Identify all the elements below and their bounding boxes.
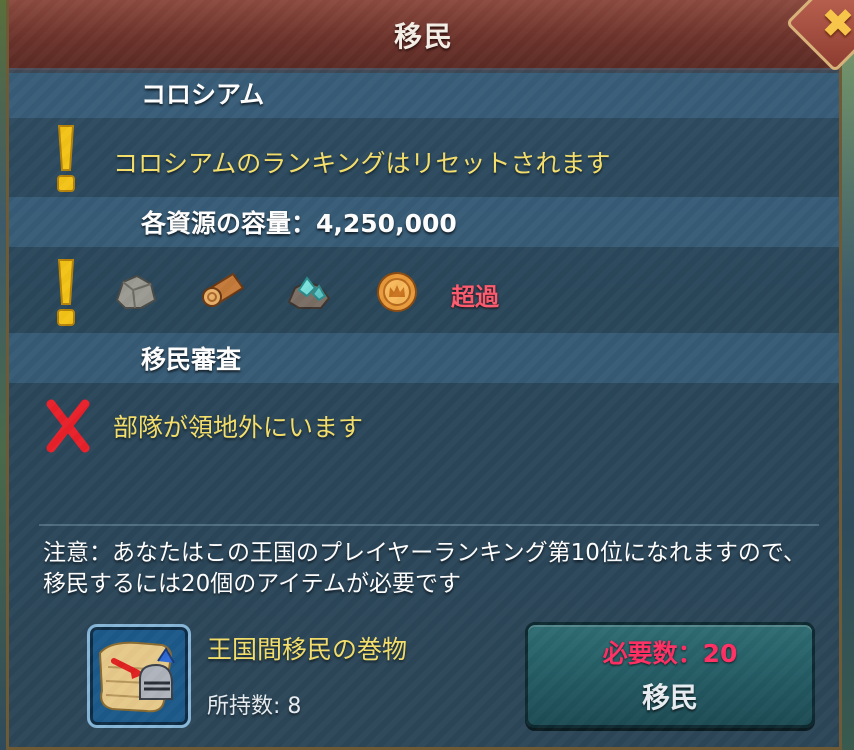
ore-icon <box>287 276 331 309</box>
stone-icon <box>115 274 157 309</box>
gold-icon <box>377 272 417 312</box>
migration-dialog: 移民 コロシアム コロシアムのランキングはリセットされます 各資源の容量：4,2… <box>6 0 842 750</box>
wood-icon <box>202 272 245 307</box>
review-error-text: 部隊が領地外にいます <box>113 413 364 442</box>
section-header-resources: 各資源の容量：4,250,000 <box>9 197 839 247</box>
close-icon[interactable]: ✖ <box>818 4 854 44</box>
colosseum-header: コロシアム <box>141 80 265 109</box>
dialog-title-bar: 移民 <box>9 0 839 73</box>
warning-exclamation-icon <box>57 125 75 192</box>
required-count: 必要数：20 <box>602 639 738 668</box>
section-header-colosseum: コロシアム <box>9 68 839 118</box>
section-header-review: 移民審査 <box>9 333 839 383</box>
dialog-title: 移民 <box>393 20 454 53</box>
capacity-exceeded-label: 超過 <box>451 283 499 311</box>
migrate-button-label: 移民 <box>641 681 698 714</box>
cross-error-icon <box>46 399 90 453</box>
review-header: 移民審査 <box>141 345 242 374</box>
migration-notice: 注意：あなたはこの王国のプレイヤーランキング第10位になれますので、移民するには… <box>43 540 806 597</box>
item-slot[interactable] <box>87 624 191 728</box>
scroll-knight-icon <box>98 641 175 713</box>
divider <box>39 524 819 526</box>
resources-header: 各資源の容量：4,250,000 <box>141 209 457 238</box>
item-name: 王国間移民の巻物 <box>207 635 408 664</box>
item-owned-count: 所持数: 8 <box>207 694 302 719</box>
warning-exclamation-icon <box>57 259 75 326</box>
colosseum-warning-text: コロシアムのランキングはリセットされます <box>113 149 611 178</box>
migrate-button[interactable]: 必要数：20 移民 <box>525 622 815 728</box>
